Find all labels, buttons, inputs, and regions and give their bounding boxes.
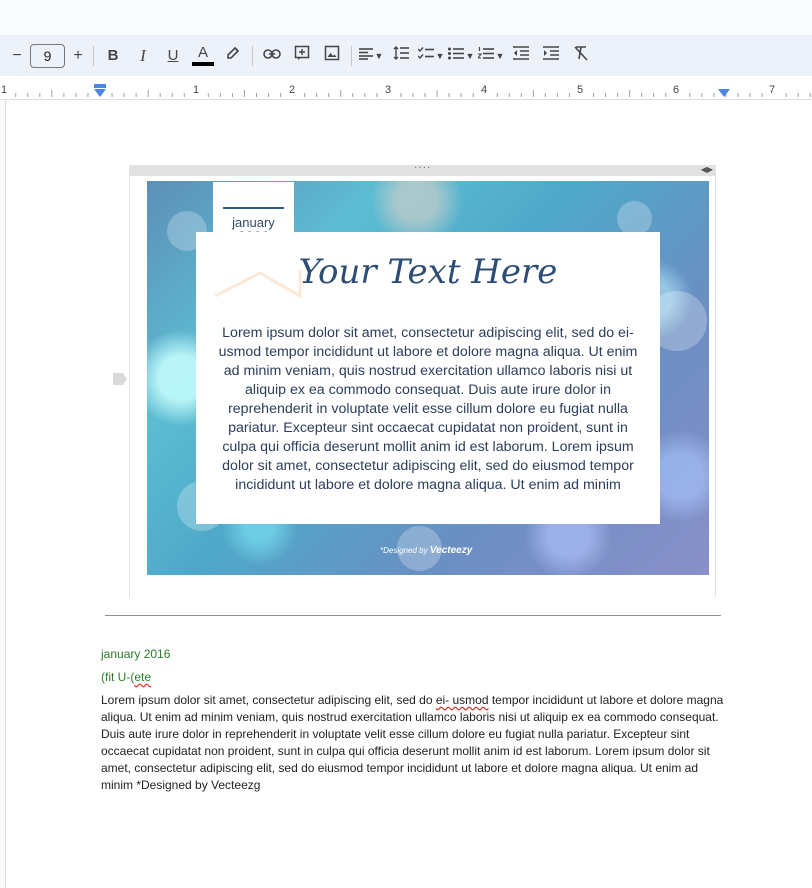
- doc-line-ocr-prefix: (fit U-(: [101, 670, 135, 684]
- numbered-list-icon: [476, 46, 494, 65]
- increase-indent-icon: [543, 46, 559, 65]
- decrease-indent-button[interactable]: [506, 42, 536, 70]
- doc-line-ocr[interactable]: (fit U-(ete: [101, 670, 151, 684]
- increase-indent-button[interactable]: [536, 42, 566, 70]
- line-spacing-button[interactable]: [386, 42, 416, 70]
- ruler-label: 1: [1, 84, 7, 96]
- ruler-scale: 1 1 2 3 4 5 6 7: [1, 84, 811, 97]
- text-color-swatch: [192, 61, 214, 66]
- insert-image-button[interactable]: [317, 42, 347, 70]
- spelling-error[interactable]: ete: [134, 670, 151, 684]
- ruler-label: 2: [289, 84, 295, 96]
- bold-button[interactable]: B: [98, 42, 128, 70]
- doc-line-date[interactable]: january 2016: [101, 647, 170, 661]
- highlighter-icon: [225, 45, 241, 66]
- text-color-button[interactable]: A: [188, 42, 218, 70]
- resize-arrows-icon: ◀▶: [700, 165, 713, 174]
- font-size-input[interactable]: 9: [30, 43, 65, 68]
- doc-paragraph-rest: tempor incididunt ut labore et dolore ma…: [101, 693, 724, 792]
- doc-paragraph[interactable]: Lorem ipsum dolor sit amet, consectetur …: [101, 692, 729, 794]
- horizontal-rule: [105, 615, 721, 616]
- drag-dots-icon: ····: [414, 162, 432, 173]
- bokeh-dot: [617, 201, 652, 236]
- left-indent-marker[interactable]: [94, 89, 106, 97]
- doc-paragraph-start: Lorem ipsum dolor sit amet, consectetur …: [101, 693, 436, 707]
- italic-button[interactable]: I: [128, 42, 158, 70]
- first-line-indent-marker[interactable]: [94, 84, 106, 88]
- clear-formatting-icon: [573, 45, 589, 66]
- image-drag-handle[interactable]: ···· ◀▶: [129, 162, 716, 176]
- right-indent-marker[interactable]: [718, 89, 730, 97]
- bulleted-list-icon: [447, 47, 464, 65]
- chevron-down-icon: ▼: [435, 50, 445, 61]
- bulleted-list-button[interactable]: ▼: [446, 42, 476, 70]
- add-comment-icon: [294, 45, 310, 66]
- ruler-label: 4: [481, 84, 487, 96]
- ruler-label: 3: [385, 84, 391, 96]
- chevron-down-icon: ▼: [374, 50, 384, 61]
- underline-button[interactable]: U: [158, 42, 188, 70]
- numbered-list-button[interactable]: ▼: [476, 42, 506, 70]
- toolbar-divider: [252, 45, 253, 66]
- toolbar-divider: [351, 45, 352, 66]
- credit-brand: Vecteezy: [429, 545, 473, 556]
- ruler-label: 6: [673, 84, 679, 96]
- ribbon-fold-decoration: [215, 270, 302, 299]
- toolbar-divider: [93, 45, 94, 66]
- ruler-label: 5: [577, 84, 583, 96]
- add-comment-button[interactable]: [287, 42, 317, 70]
- align-left-icon: [358, 47, 373, 65]
- formatting-toolbar: − 9 + B I U A ▼ ▼ ▼ ▼: [0, 35, 812, 76]
- insert-link-button[interactable]: [257, 42, 287, 70]
- chevron-down-icon: ▼: [465, 50, 475, 61]
- clear-formatting-button[interactable]: [566, 42, 596, 70]
- line-spacing-icon: [393, 46, 409, 65]
- link-icon: [263, 47, 281, 65]
- card-body: Lorem ipsum dolor sit amet, consectetur …: [218, 325, 638, 493]
- image-icon: [324, 45, 340, 66]
- increase-font-size-button[interactable]: +: [67, 42, 89, 70]
- decrease-font-size-button[interactable]: −: [6, 42, 28, 70]
- text-color-glyph: A: [197, 43, 208, 61]
- align-button[interactable]: ▼: [356, 42, 386, 70]
- ruler-label: 1: [193, 84, 199, 96]
- checklist-button[interactable]: ▼: [416, 42, 446, 70]
- menu-area: [0, 0, 812, 35]
- highlight-color-button[interactable]: [218, 42, 248, 70]
- decrease-indent-icon: [513, 46, 529, 65]
- date-rule-top: [223, 207, 284, 209]
- ruler-label: 7: [769, 84, 775, 96]
- chevron-down-icon: ▼: [495, 50, 505, 61]
- horizontal-ruler[interactable]: 1 1 2 3 4 5 6 7: [0, 76, 812, 100]
- image-credit: *Designed by Vecteezy: [380, 545, 472, 556]
- spelling-error[interactable]: ei- usmod: [436, 693, 489, 707]
- credit-prefix: *Designed by: [380, 546, 428, 555]
- checklist-icon: [417, 46, 434, 65]
